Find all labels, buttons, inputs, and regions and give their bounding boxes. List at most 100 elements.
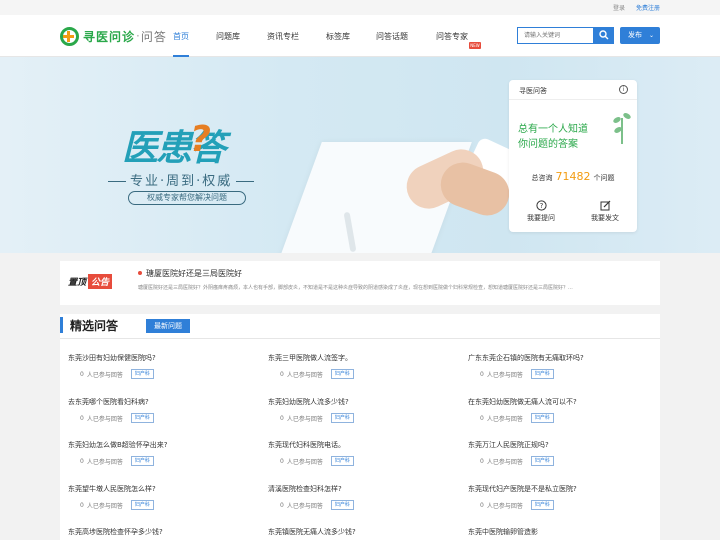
- category-tag[interactable]: 妇产科: [130, 456, 154, 466]
- question-item[interactable]: 去东莞哪个医院看妇科病? 0 人已参与回答 妇产科: [68, 397, 258, 423]
- answer-count-label: 人已参与回答: [86, 415, 123, 423]
- answer-count-label: 人已参与回答: [86, 502, 123, 510]
- category-tag[interactable]: 妇产科: [330, 500, 354, 510]
- register-link[interactable]: 免费注册: [636, 3, 660, 12]
- card-slogan-line2: 你问题的答案: [518, 139, 578, 150]
- search-input[interactable]: [517, 27, 594, 44]
- category-tag[interactable]: 妇产科: [330, 413, 354, 423]
- nav-question-library[interactable]: 问题库: [216, 31, 240, 57]
- category-tag[interactable]: 妇产科: [530, 500, 554, 510]
- question-meta: 0 人已参与回答 妇产科: [80, 456, 258, 466]
- question-title[interactable]: 东莞妇幼医院人流多少钱?: [268, 397, 458, 407]
- question-meta: 0 人已参与回答 妇产科: [280, 369, 458, 379]
- question-item[interactable]: 东莞万江人民医院正规吗? 0 人已参与回答 妇产科: [468, 440, 658, 466]
- question-title[interactable]: 东莞中医院输卵管造影: [468, 527, 658, 537]
- card-header: 寻医问答: [519, 87, 547, 95]
- nav-home[interactable]: 首页: [173, 31, 189, 57]
- category-tag[interactable]: 妇产科: [330, 456, 354, 466]
- chevron-down-icon: ⌄: [648, 32, 654, 39]
- category-tag[interactable]: 妇产科: [530, 369, 554, 379]
- pinned-notice: 置顶 公告 瑭厦医院好还是三局医院好 瑭厦医院好还是三局医院好？外阴瘙痒疼痛烦，本…: [60, 261, 660, 305]
- category-tag[interactable]: 妇产科: [130, 413, 154, 423]
- question-item[interactable]: 广东东莞企石镇的医院有无痛取环吗? 0 人已参与回答 妇产科: [468, 353, 658, 379]
- question-item[interactable]: 东莞沙田有妇幼保健医院吗? 0 人已参与回答 妇产科: [68, 353, 258, 379]
- card-slogan-line1: 总有一个人知道: [518, 124, 588, 135]
- notice-bullet: [138, 271, 142, 275]
- info-icon[interactable]: i: [619, 85, 628, 94]
- nav-tag-library[interactable]: 标签库: [326, 31, 350, 57]
- question-title[interactable]: 在东莞妇幼医院做无痛人流可以不?: [468, 397, 658, 407]
- site-logo[interactable]: 寻医问诊 · 问答: [60, 26, 167, 46]
- answer-count: 0: [280, 370, 284, 378]
- question-item[interactable]: 清溪医院检查妇科怎样? 0 人已参与回答 妇产科: [268, 484, 458, 510]
- answer-count: 0: [480, 370, 484, 378]
- answer-count: 0: [80, 370, 84, 378]
- question-item[interactable]: 东莞望牛墩人民医院怎么样? 0 人已参与回答 妇产科: [68, 484, 258, 510]
- section-divider: [60, 338, 660, 339]
- tab-latest-questions[interactable]: 最新问题: [146, 319, 190, 333]
- publish-button[interactable]: 发布 ⌄: [620, 27, 660, 44]
- category-tag[interactable]: 妇产科: [330, 369, 354, 379]
- answer-count: 0: [280, 501, 284, 509]
- notice-title[interactable]: 瑭厦医院好还是三局医院好: [146, 268, 242, 279]
- question-count-number: 71482: [555, 170, 591, 183]
- answer-count-label: 人已参与回答: [86, 371, 123, 379]
- logo-sub: 问答: [140, 29, 167, 44]
- question-item[interactable]: 东莞中医院输卵管造影: [468, 527, 658, 537]
- nav-qa-experts[interactable]: 问答专家: [436, 31, 468, 57]
- answer-count: 0: [280, 457, 284, 465]
- answer-count: 0: [80, 414, 84, 422]
- question-title[interactable]: 清溪医院检查妇科怎样?: [268, 484, 458, 494]
- card-divider: [509, 99, 637, 100]
- category-tag[interactable]: 妇产科: [530, 456, 554, 466]
- category-tag[interactable]: 妇产科: [130, 500, 154, 510]
- plant-icon: [613, 113, 631, 144]
- question-title[interactable]: 东莞三甲医院做人流签字。: [268, 353, 458, 363]
- search-icon: [599, 30, 609, 40]
- answer-count: 0: [480, 457, 484, 465]
- search-button[interactable]: [594, 27, 614, 44]
- category-tag[interactable]: 妇产科: [530, 413, 554, 423]
- banner-tag: 权威专家帮您解决问题: [128, 191, 246, 205]
- answer-count-label: 人已参与回答: [286, 502, 323, 510]
- question-title[interactable]: 东莞妇幼怎么做B超验怀孕出来?: [68, 440, 258, 450]
- nav-news-column[interactable]: 资讯专栏: [267, 31, 299, 57]
- question-meta: 0 人已参与回答 妇产科: [480, 500, 658, 510]
- question-title[interactable]: 东莞现代妇科医院电话。: [268, 440, 458, 450]
- login-link[interactable]: 登录: [613, 3, 625, 12]
- answer-count-label: 人已参与回答: [486, 458, 523, 466]
- question-item[interactable]: 东莞妇幼怎么做B超验怀孕出来? 0 人已参与回答 妇产科: [68, 440, 258, 466]
- answer-count-label: 人已参与回答: [286, 371, 323, 379]
- banner-title: 医患? 答: [122, 119, 226, 169]
- question-meta: 0 人已参与回答 妇产科: [480, 369, 658, 379]
- answer-count: 0: [80, 457, 84, 465]
- new-badge: NEW: [469, 42, 481, 49]
- question-title[interactable]: 东莞望牛墩人民医院怎么样?: [68, 484, 258, 494]
- question-item[interactable]: 东莞高埗医院检查怀孕多少钱?: [68, 527, 258, 537]
- section-title: 精选问答: [70, 319, 119, 333]
- question-item[interactable]: 东莞现代妇产医院是不是私立医院? 0 人已参与回答 妇产科: [468, 484, 658, 510]
- question-title[interactable]: 东莞沙田有妇幼保健医院吗?: [68, 353, 258, 363]
- question-item[interactable]: 东莞现代妇科医院电话。 0 人已参与回答 妇产科: [268, 440, 458, 466]
- answer-count-label: 人已参与回答: [86, 458, 123, 466]
- notice-label: 置顶 公告: [68, 274, 113, 289]
- question-item[interactable]: 东莞镇医院无痛人流多少钱?: [268, 527, 458, 537]
- question-meta: 0 人已参与回答 妇产科: [280, 413, 458, 423]
- category-tag[interactable]: 妇产科: [130, 369, 154, 379]
- question-title[interactable]: 去东莞哪个医院看妇科病?: [68, 397, 258, 407]
- question-title[interactable]: 东莞万江人民医院正规吗?: [468, 440, 658, 450]
- ask-question-button[interactable]: ? 我要提问: [509, 200, 573, 223]
- question-title[interactable]: 东莞现代妇产医院是不是私立医院?: [468, 484, 658, 494]
- answer-count: 0: [80, 501, 84, 509]
- nav-qa-topics[interactable]: 问答话题: [376, 31, 408, 57]
- question-meta: 0 人已参与回答 妇产科: [80, 500, 258, 510]
- question-item[interactable]: 东莞三甲医院做人流签字。 0 人已参与回答 妇产科: [268, 353, 458, 379]
- logo-cross-icon: [60, 26, 79, 46]
- post-article-button[interactable]: 我要发文: [573, 200, 637, 223]
- question-title[interactable]: 东莞高埗医院检查怀孕多少钱?: [68, 527, 258, 537]
- question-item[interactable]: 东莞妇幼医院人流多少钱? 0 人已参与回答 妇产科: [268, 397, 458, 423]
- question-title[interactable]: 东莞镇医院无痛人流多少钱?: [268, 527, 458, 537]
- answer-count-label: 人已参与回答: [286, 458, 323, 466]
- question-title[interactable]: 广东东莞企石镇的医院有无痛取环吗?: [468, 353, 658, 363]
- question-item[interactable]: 在东莞妇幼医院做无痛人流可以不? 0 人已参与回答 妇产科: [468, 397, 658, 423]
